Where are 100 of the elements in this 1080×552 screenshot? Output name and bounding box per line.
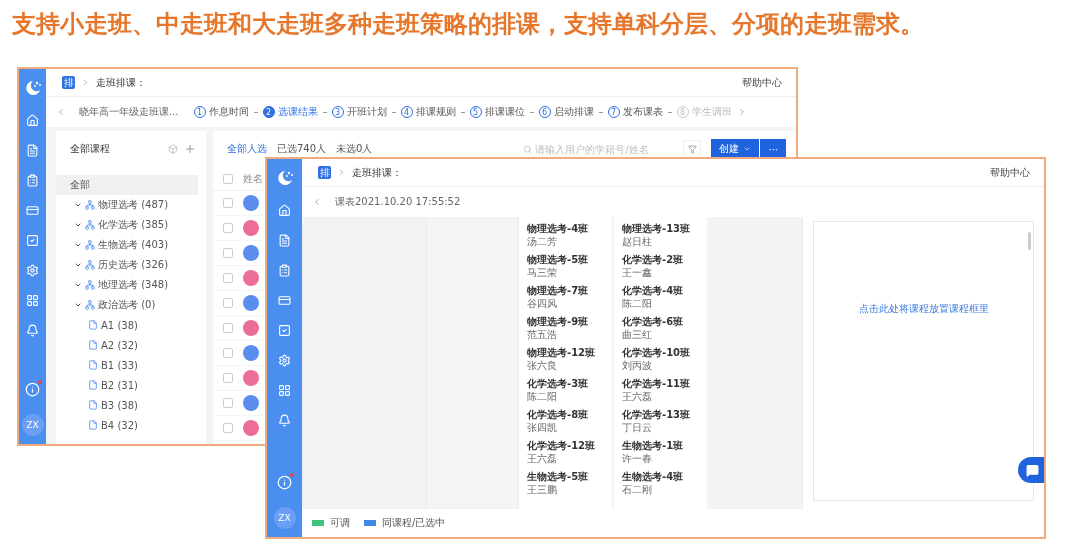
tree-item[interactable]: 地理选考 (348)	[56, 275, 198, 295]
step-item[interactable]: 5 排课课位	[469, 105, 525, 119]
tree-item[interactable]: 历史选考 (326)	[56, 255, 198, 275]
step-item[interactable]: 4 排课规则	[400, 105, 456, 119]
chat-button[interactable]	[1018, 457, 1044, 483]
checkbox[interactable]	[223, 223, 233, 233]
checkbox[interactable]	[223, 248, 233, 258]
teacher-name: 汤二芳	[527, 236, 558, 248]
step-item[interactable]: 3 开班计划	[331, 105, 387, 119]
checkbox[interactable]	[223, 273, 233, 283]
class-name[interactable]: 物理选考-5班	[527, 254, 612, 266]
teacher-name: 陈二阳	[622, 298, 653, 310]
cube-icon[interactable]	[168, 144, 178, 154]
checkbox-icon[interactable]	[278, 324, 291, 337]
scrollbar[interactable]	[1028, 232, 1031, 250]
class-name[interactable]: 化学选考-4班	[622, 285, 707, 297]
chevron-right-icon	[337, 168, 346, 177]
checkbox[interactable]	[223, 323, 233, 333]
back-icon[interactable]	[312, 197, 322, 207]
clipboard-icon[interactable]	[278, 264, 291, 277]
info-icon[interactable]	[25, 382, 40, 397]
create-button[interactable]: 创建	[711, 139, 760, 159]
class-name[interactable]: 化学选考-10班	[622, 347, 707, 359]
filter-button[interactable]	[683, 140, 702, 158]
filter-tab[interactable]: 未选0人	[336, 142, 373, 156]
tree-item[interactable]: 全部	[56, 175, 198, 195]
info-icon[interactable]	[277, 475, 292, 490]
more-button[interactable]: ···	[760, 139, 786, 159]
class-name[interactable]: 化学选考-11班	[622, 378, 707, 390]
search-icon	[523, 144, 533, 154]
file-icon	[88, 400, 98, 410]
caret-icon	[74, 281, 82, 289]
step-item[interactable]: 1 作息时间	[193, 105, 249, 119]
tree-item[interactable]: 生物选考 (403)	[56, 235, 198, 255]
checkbox[interactable]	[223, 198, 233, 208]
class-name[interactable]: 生物选考-5班	[527, 471, 612, 483]
teacher-name: 曲三红	[622, 329, 653, 341]
chevron-left-icon[interactable]	[56, 107, 66, 117]
timetable-title: 课表2021.10.20 17:55:52	[335, 195, 461, 209]
class-name[interactable]: 化学选考-12班	[527, 440, 612, 452]
tree-item[interactable]: B3 (38)	[56, 395, 198, 415]
checkbox[interactable]	[223, 398, 233, 408]
tree-item[interactable]: B1 (33)	[56, 355, 198, 375]
document-icon[interactable]	[278, 234, 291, 247]
class-name[interactable]: 化学选考-2班	[622, 254, 707, 266]
checkbox[interactable]	[223, 423, 233, 433]
home-icon[interactable]	[26, 114, 39, 127]
class-name[interactable]: 物理选考-13班	[622, 223, 707, 235]
tree-item[interactable]: A1 (38)	[56, 315, 198, 335]
class-name[interactable]: 物理选考-4班	[527, 223, 612, 235]
caret-icon	[74, 201, 82, 209]
class-name[interactable]: 物理选考-7班	[527, 285, 612, 297]
checkbox[interactable]	[223, 298, 233, 308]
class-name[interactable]: 生物选考-4班	[622, 471, 707, 483]
step-item[interactable]: 2 选课结果	[262, 105, 318, 119]
tree-item[interactable]: 政治选考 (0)	[56, 295, 198, 315]
app-badge: 排	[62, 76, 75, 89]
teacher-name: 石二刚	[622, 484, 653, 496]
class-name[interactable]: 物理选考-12班	[527, 347, 612, 359]
add-icon[interactable]	[184, 143, 196, 155]
checkbox[interactable]	[223, 373, 233, 383]
card-icon[interactable]	[26, 204, 39, 217]
help-link[interactable]: 帮助中心	[990, 165, 1030, 180]
checkbox-icon[interactable]	[26, 234, 39, 247]
grid-icon[interactable]	[26, 294, 39, 307]
tree-item[interactable]: B2 (31)	[56, 375, 198, 395]
grid-icon[interactable]	[278, 384, 291, 397]
home-icon[interactable]	[278, 204, 291, 217]
tree-item[interactable]: 化学选考 (385)	[56, 215, 198, 235]
teacher-name: 王三鹏	[527, 484, 558, 496]
page-title: 走班排课：	[96, 75, 146, 90]
document-icon[interactable]	[26, 144, 39, 157]
tree-item[interactable]: 物理选考 (487)	[56, 195, 198, 215]
checkbox[interactable]	[223, 173, 233, 184]
filter-tab[interactable]: 全部人选	[227, 142, 267, 156]
settings-icon[interactable]	[26, 264, 39, 277]
caret-icon	[74, 301, 82, 309]
tree-item[interactable]: B4 (32)	[56, 415, 198, 435]
drop-panel[interactable]: 点击此处将课程放置课程框里	[813, 221, 1034, 501]
card-icon[interactable]	[278, 294, 291, 307]
class-name[interactable]: 化学选考-13班	[622, 409, 707, 421]
step-item[interactable]: 7 发布课表	[607, 105, 663, 119]
settings-icon[interactable]	[278, 354, 291, 367]
filter-tab[interactable]: 已选740人	[277, 142, 327, 156]
tree-item[interactable]: A2 (32)	[56, 335, 198, 355]
clipboard-icon[interactable]	[26, 174, 39, 187]
teacher-name: 王六磊	[527, 453, 558, 465]
class-name[interactable]: 化学选考-6班	[622, 316, 707, 328]
class-name[interactable]: 化学选考-3班	[527, 378, 612, 390]
plan-selector[interactable]: 晓年高一年级走班课...	[79, 105, 179, 119]
class-name[interactable]: 生物选考-1班	[622, 440, 707, 452]
checkbox[interactable]	[223, 348, 233, 358]
bell-icon[interactable]	[26, 324, 39, 337]
class-name[interactable]: 物理选考-9班	[527, 316, 612, 328]
bell-icon[interactable]	[278, 414, 291, 427]
teacher-name: 丁日云	[622, 422, 653, 434]
file-icon	[88, 340, 98, 350]
help-link[interactable]: 帮助中心	[742, 75, 782, 90]
step-item[interactable]: 6 启动排课	[538, 105, 594, 119]
class-name[interactable]: 化学选考-8班	[527, 409, 612, 421]
